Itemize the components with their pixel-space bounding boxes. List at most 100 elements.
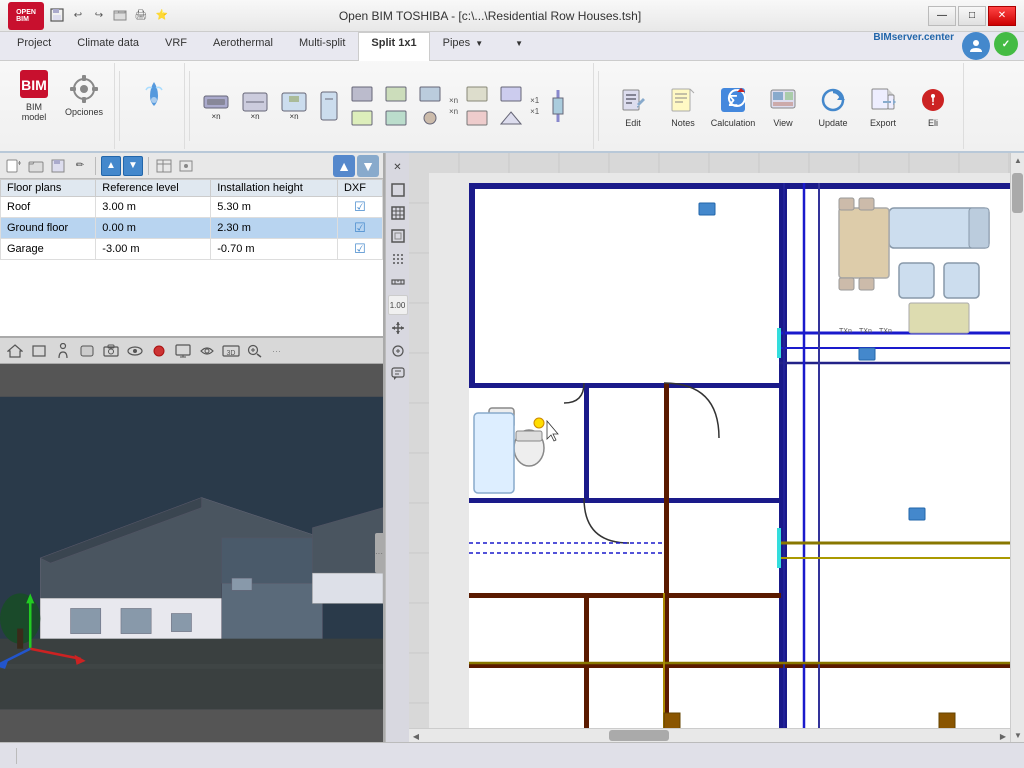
canvas-area[interactable]: TXn TXn TXn ▲ ▼ ◀ ▶ bbox=[409, 153, 1024, 742]
fp-save-btn[interactable] bbox=[48, 156, 68, 176]
vt-chat-btn[interactable] bbox=[388, 364, 408, 384]
device-btn-13[interactable] bbox=[461, 107, 493, 129]
view-btn[interactable]: View bbox=[759, 76, 807, 136]
tab-extra[interactable]: ▼ bbox=[500, 32, 536, 61]
v3-home-btn[interactable] bbox=[4, 340, 26, 362]
fp-down-btn[interactable]: ▼ bbox=[123, 156, 143, 176]
building3d-view[interactable]: ··· bbox=[0, 364, 383, 742]
device-btn-11[interactable] bbox=[461, 83, 493, 105]
v3-layers-btn[interactable] bbox=[148, 340, 170, 362]
maximize-btn[interactable]: □ bbox=[958, 6, 986, 26]
device-btn-12[interactable] bbox=[495, 83, 527, 105]
save-quick-btn[interactable] bbox=[48, 6, 66, 24]
vertical-scrollbar[interactable]: ▲ ▼ bbox=[1010, 153, 1024, 742]
pipe-btn-1[interactable] bbox=[542, 81, 574, 131]
floor-dxf[interactable]: ☑ bbox=[337, 197, 382, 218]
user-avatar[interactable] bbox=[962, 32, 990, 60]
device-btn-8[interactable] bbox=[346, 107, 378, 129]
floor-dxf[interactable]: ☑ bbox=[337, 218, 382, 239]
edit-btn[interactable]: Edit bbox=[609, 76, 657, 136]
scroll-thumb-h[interactable] bbox=[609, 730, 669, 741]
tab-project[interactable]: Project bbox=[4, 32, 64, 61]
star-btn[interactable]: ⭐ bbox=[153, 6, 171, 24]
eli-label: Eli bbox=[928, 118, 938, 128]
fp-new-btn[interactable] bbox=[4, 156, 24, 176]
vt-zoom-circle-btn[interactable] bbox=[388, 341, 408, 361]
climate-icon-btn[interactable] bbox=[130, 65, 178, 125]
device-btn-6[interactable] bbox=[380, 83, 412, 105]
opciones-btn[interactable]: Opciones bbox=[60, 65, 108, 125]
v3-eye2-btn[interactable] bbox=[196, 340, 218, 362]
update-btn[interactable]: Update bbox=[809, 76, 857, 136]
v3-box-btn[interactable] bbox=[28, 340, 50, 362]
floorplan-svg: TXn TXn TXn bbox=[409, 153, 1024, 742]
fp-edit-btn[interactable]: ✏ bbox=[70, 156, 90, 176]
tab-vrf[interactable]: VRF bbox=[152, 32, 200, 61]
calculation-btn[interactable]: Σ Calculation bbox=[709, 76, 757, 136]
notes-btn[interactable]: Notes bbox=[659, 76, 707, 136]
fp-settings-btn[interactable] bbox=[176, 156, 196, 176]
print-btn[interactable]: 🖨 bbox=[132, 6, 150, 24]
horizontal-scrollbar[interactable]: ◀ ▶ bbox=[409, 728, 1010, 742]
vt-ruler-btn[interactable] bbox=[388, 272, 408, 292]
vt-close-btn[interactable]: ✕ bbox=[388, 157, 408, 177]
device-btn-3[interactable]: ×n bbox=[276, 81, 312, 131]
col-reflevel: Reference level bbox=[96, 180, 211, 197]
tab-split1x1[interactable]: Split 1x1 bbox=[358, 32, 429, 61]
fp-arrow-dn[interactable]: ▼ bbox=[357, 155, 379, 177]
panel-resize-handle[interactable]: ··· bbox=[375, 533, 383, 573]
bim-model-btn[interactable]: BIM BIMmodel bbox=[10, 65, 58, 125]
bimserver-label[interactable]: BIMserver.center bbox=[873, 32, 962, 60]
table-row[interactable]: Ground floor 0.00 m 2.30 m ☑ bbox=[1, 218, 383, 239]
v3-cam-btn[interactable] bbox=[100, 340, 122, 362]
v3-square-btn[interactable] bbox=[76, 340, 98, 362]
open-btn[interactable] bbox=[111, 6, 129, 24]
vt-pan-btn[interactable] bbox=[388, 318, 408, 338]
floor-reflevel: 0.00 m bbox=[96, 218, 211, 239]
scroll-right-arrow[interactable]: ▶ bbox=[996, 729, 1010, 742]
fp-open-btn[interactable] bbox=[26, 156, 46, 176]
undo-btn[interactable]: ↩ bbox=[69, 6, 87, 24]
device-btn-2[interactable]: ×n bbox=[237, 81, 273, 131]
table-row[interactable]: Garage -3.00 m -0.70 m ☑ bbox=[1, 239, 383, 260]
v3-person-btn[interactable] bbox=[52, 340, 74, 362]
redo-btn[interactable]: ↪ bbox=[90, 6, 108, 24]
vt-grid-btn[interactable] bbox=[388, 203, 408, 223]
tab-aerothermal[interactable]: Aerothermal bbox=[200, 32, 286, 61]
v3-3d-btn[interactable]: 3D bbox=[220, 340, 242, 362]
tab-multisplit[interactable]: Multi-split bbox=[286, 32, 358, 61]
close-btn[interactable]: ✕ bbox=[988, 6, 1016, 26]
scroll-thumb-v[interactable] bbox=[1012, 173, 1023, 213]
device-btn-9[interactable] bbox=[380, 107, 412, 129]
ribbon-group-tools: Edit Notes Σ bbox=[603, 63, 964, 149]
v3-zoom-btn[interactable] bbox=[244, 340, 266, 362]
device-btn-4[interactable] bbox=[315, 81, 343, 131]
fp-table-btn[interactable] bbox=[154, 156, 174, 176]
minimize-btn[interactable]: — bbox=[928, 6, 956, 26]
tab-climate[interactable]: Climate data bbox=[64, 32, 152, 61]
eli-btn[interactable]: ! Eli bbox=[909, 76, 957, 136]
fp-up-btn[interactable]: ▲ bbox=[101, 156, 121, 176]
expand-btn[interactable]: ··· bbox=[272, 346, 281, 356]
table-row[interactable]: Roof 3.00 m 5.30 m ☑ bbox=[1, 197, 383, 218]
calculation-label: Calculation bbox=[711, 118, 756, 128]
vt-frame-btn[interactable] bbox=[388, 226, 408, 246]
scroll-left-arrow[interactable]: ◀ bbox=[409, 729, 423, 742]
device-btn-14[interactable] bbox=[495, 107, 527, 129]
export-btn[interactable]: Export bbox=[859, 76, 907, 136]
scroll-up-arrow[interactable]: ▲ bbox=[1011, 153, 1024, 167]
fp-arrow-up[interactable]: ▲ bbox=[333, 155, 355, 177]
scroll-down-arrow[interactable]: ▼ bbox=[1011, 728, 1024, 742]
device-btn-5[interactable] bbox=[346, 83, 378, 105]
vt-scale-btn[interactable]: 1.00 bbox=[388, 295, 408, 315]
device-btn-7[interactable] bbox=[414, 83, 446, 105]
floor-dxf[interactable]: ☑ bbox=[337, 239, 382, 260]
device-btn-10[interactable] bbox=[414, 107, 446, 129]
vt-rect-btn[interactable] bbox=[388, 180, 408, 200]
device-btn-1[interactable]: ×n bbox=[198, 81, 234, 131]
v3-display-btn[interactable] bbox=[172, 340, 194, 362]
tab-pipes[interactable]: Pipes ▼ bbox=[430, 32, 497, 61]
window-title: Open BIM TOSHIBA - [c:\...\Residential R… bbox=[52, 9, 928, 23]
v3-eye-btn[interactable] bbox=[124, 340, 146, 362]
vt-dotgrid-btn[interactable] bbox=[388, 249, 408, 269]
